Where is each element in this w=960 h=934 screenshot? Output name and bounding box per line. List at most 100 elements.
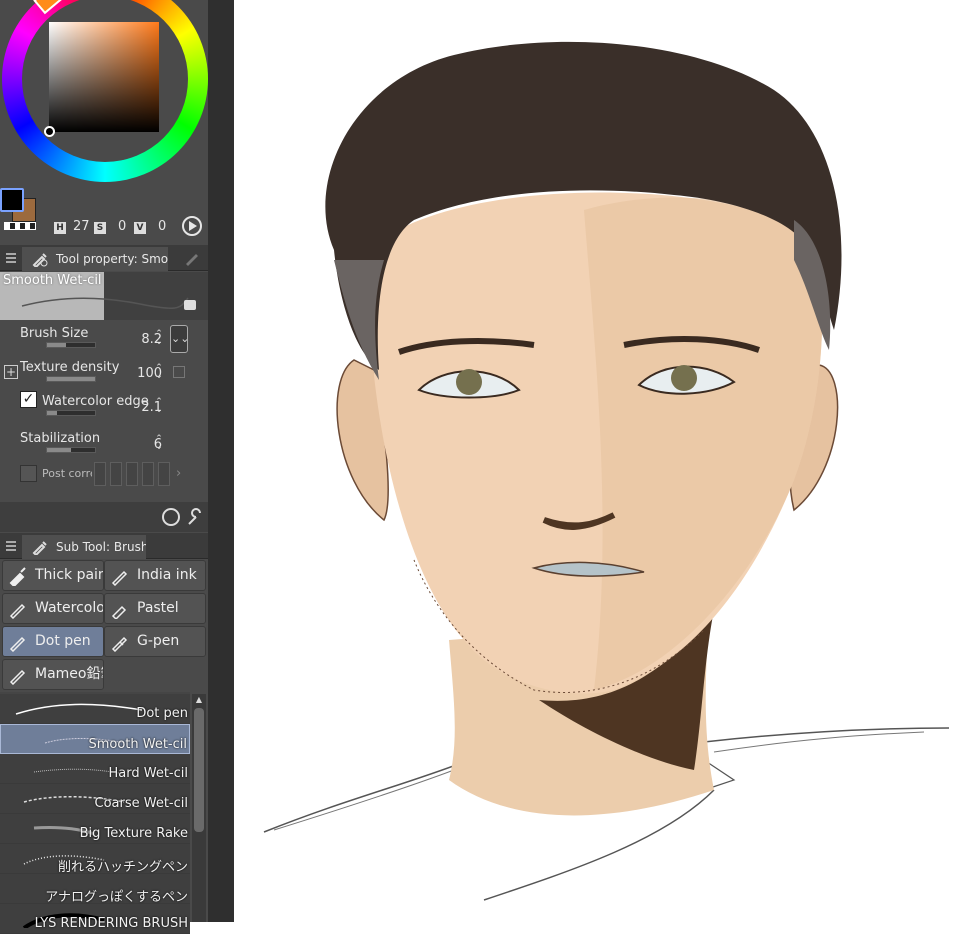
texture-density-slider[interactable] (46, 376, 96, 382)
list-item[interactable]: Big Texture Rake (0, 814, 190, 844)
watercolor-edge-slider[interactable] (46, 410, 96, 416)
texture-density-label: Texture density (20, 360, 120, 375)
tab-sub-tool[interactable]: Sub Tool: Brush (22, 535, 146, 559)
tool-group-watercolor[interactable]: Watercolor (2, 593, 104, 624)
gpen-icon (111, 636, 128, 652)
spin-icon[interactable]: ⌃ ⌄ (154, 398, 164, 415)
expand-icon[interactable]: ⌄⌄ (170, 325, 189, 353)
v-value: 0 (158, 219, 167, 234)
tool-settings-icon (32, 253, 48, 267)
tool-group-label: Mameo鉛筆 (35, 666, 103, 682)
tool-property-footer (0, 502, 208, 532)
s-key: S (94, 222, 106, 234)
pen-icon (111, 570, 128, 586)
tool-group-thick-paint[interactable]: Thick paint (2, 560, 104, 591)
list-item[interactable]: Dot pen (0, 694, 190, 724)
preset-name: Smooth Wet-cil (3, 273, 102, 288)
tool-group-label: Watercolor (35, 600, 104, 616)
scrollbar[interactable]: ▲ (192, 694, 206, 922)
post-correction-option[interactable] (94, 462, 106, 486)
post-correction-label: Post corre (42, 467, 92, 480)
brush-icon (32, 541, 47, 555)
brush-name: Coarse Wet-cil (94, 796, 189, 811)
stroke-preview (15, 703, 143, 715)
tab-tool-property[interactable]: Tool property: Smoo (22, 247, 168, 271)
brush-name: Hard Wet-cil (108, 766, 189, 781)
list-item[interactable]: Smooth Wet-cil (0, 724, 190, 754)
stabilization-slider[interactable] (46, 447, 96, 453)
tool-group-label: India ink (137, 567, 197, 583)
transparent-color-swatch[interactable] (4, 222, 36, 230)
main-color-swatch[interactable] (0, 188, 24, 212)
watercolor-edge-label: Watercolor edge (42, 394, 149, 409)
tab-sub-tool-label: Sub Tool: Brush (56, 540, 146, 554)
slider-fill (47, 377, 95, 381)
slider-fill (47, 343, 67, 347)
pen-icon (9, 636, 26, 652)
post-correction-option[interactable] (126, 462, 138, 486)
stopwatch-icon[interactable] (162, 508, 180, 526)
lock-icon[interactable] (184, 300, 196, 310)
scroll-thumb[interactable] (194, 708, 204, 832)
sub-tool-tabbar: Sub Tool: Brush (0, 533, 208, 559)
texture-settings-icon[interactable] (173, 366, 185, 378)
chevron-right-icon[interactable]: › (176, 466, 181, 481)
tool-property-tabbar: Tool property: Smoo (0, 245, 208, 271)
tool-group-g-pen[interactable]: G-pen (104, 626, 206, 657)
brush-size-slider[interactable] (46, 342, 96, 348)
spin-icon[interactable]: ⌃ ⌄ (154, 364, 164, 381)
stabilization-row: Stabilization 6 ⌃ ⌄ (0, 427, 208, 461)
tool-group-india-ink[interactable]: India ink (104, 560, 206, 591)
s-value: 0 (118, 219, 127, 234)
color-wheel[interactable] (0, 0, 208, 190)
pen-icon[interactable] (184, 250, 200, 266)
list-item[interactable]: Coarse Wet-cil (0, 784, 190, 814)
list-item[interactable]: アナログっぽくするペン (0, 874, 190, 905)
post-correction-option[interactable] (110, 462, 122, 486)
color-strip: H 27 S 0 V 0 (0, 188, 208, 240)
slider-fill (47, 411, 57, 415)
brush-stroke-preview (21, 297, 189, 310)
list-item[interactable]: 削れるハッチングペン (0, 844, 190, 875)
tool-group-label: Pastel (137, 600, 179, 616)
saturation-value-square[interactable] (49, 22, 159, 132)
drawing-canvas[interactable] (234, 0, 960, 922)
post-correction-option[interactable] (142, 462, 154, 486)
tool-group-dot-pen[interactable]: Dot pen (2, 626, 104, 657)
color-picker-cursor[interactable] (44, 126, 55, 137)
portrait-artwork (263, 41, 950, 901)
list-item[interactable]: Hard Wet-cil (0, 754, 190, 784)
menu-icon[interactable] (6, 253, 16, 263)
play-icon[interactable] (182, 216, 202, 236)
pen-icon (9, 603, 26, 619)
brush-size-label: Brush Size (20, 326, 89, 341)
tool-group-label: G-pen (137, 633, 180, 649)
pastel-icon (111, 605, 127, 619)
tool-group-mameo[interactable]: Mameo鉛筆 (2, 659, 104, 690)
brush-name: Smooth Wet-cil (88, 737, 187, 752)
spin-icon[interactable]: ⌃ ⌄ (154, 330, 164, 347)
menu-icon[interactable] (6, 541, 16, 551)
watercolor-edge-row: Watercolor edge 2.1 ⌃ ⌄ (0, 390, 208, 424)
tool-group-pastel[interactable]: Pastel (104, 593, 206, 624)
v-key: V (134, 222, 146, 234)
pen-icon (9, 669, 26, 685)
wrench-icon[interactable] (186, 508, 204, 526)
stabilization-label: Stabilization (20, 431, 101, 446)
tool-group-label: Thick paint (35, 567, 103, 583)
h-key: H (54, 222, 66, 234)
post-correction-option[interactable] (158, 462, 170, 486)
scroll-up-icon[interactable]: ▲ (192, 694, 206, 706)
brush-name: アナログっぽくするペン (45, 890, 188, 905)
brush-name: Big Texture Rake (79, 826, 188, 841)
h-value: 27 (73, 219, 90, 234)
brush-name: 削れるハッチングペン (57, 860, 188, 875)
brush-list: Dot pen Smooth Wet-cil Hard Wet-cil Coar… (0, 692, 190, 934)
left-panel: H 27 S 0 V 0 Tool property: Smoo Smooth … (0, 0, 208, 934)
spin-icon[interactable]: ⌃ ⌄ (154, 435, 164, 452)
brush-preview[interactable]: Smooth Wet-cil (0, 272, 208, 320)
brush-name: LYS RENDERING BRUSH (34, 916, 188, 931)
post-correction-checkbox[interactable] (20, 465, 37, 482)
list-item[interactable]: LYS RENDERING BRUSH (0, 904, 190, 934)
tab-tool-property-label: Tool property: Smoo (56, 252, 168, 266)
